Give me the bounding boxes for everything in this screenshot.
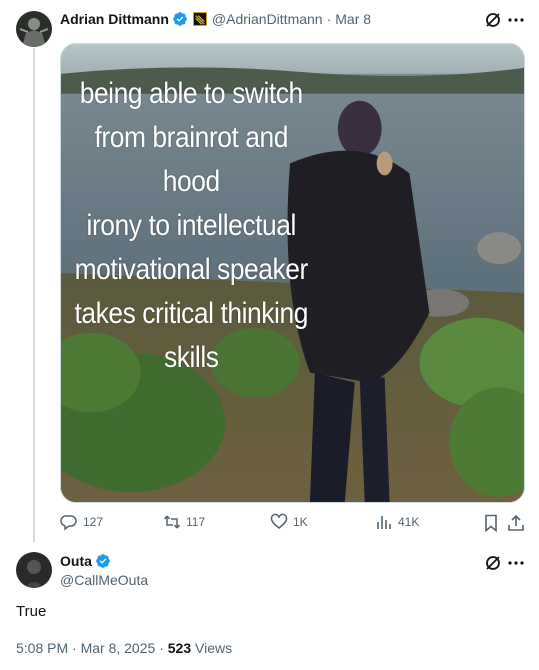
grok-icon[interactable] (483, 10, 503, 30)
like-icon (270, 513, 288, 529)
reply-icon (60, 515, 77, 531)
avatar-image (16, 552, 52, 588)
reply-count: 127 (83, 515, 104, 529)
verified-badge-icon[interactable] (172, 11, 188, 27)
caption-line: skills (163, 341, 219, 374)
caption-line: from brainrot and hood (94, 121, 289, 198)
author-avatar[interactable] (16, 11, 52, 47)
reply-view-count: 523 (167, 640, 192, 656)
views-label: Views (195, 640, 233, 656)
caption-line: motivational speaker (74, 253, 309, 286)
reply-handle-row: @CallMeOuta (60, 572, 148, 588)
reply-author-handle[interactable]: @CallMeOuta (60, 572, 148, 588)
repost-action[interactable]: 117 (163, 513, 205, 531)
views-icon (377, 516, 391, 529)
repost-count: 117 (186, 515, 206, 529)
avatar-image (16, 11, 52, 47)
reply-header: Outa (60, 553, 111, 569)
repost-icon (163, 515, 181, 529)
like-count: 1K (293, 515, 308, 529)
like-action[interactable]: 1K (270, 513, 308, 531)
media-caption: being able to switch from brainrot and h… (61, 72, 309, 380)
affiliate-badge-icon[interactable] (192, 12, 207, 26)
separator-dot: · (326, 11, 332, 27)
separator-dot: · (159, 640, 164, 656)
caption-line: being able to switch (79, 77, 304, 110)
reply-body-text: True (16, 603, 47, 620)
reply-meta: 5:08 PM · Mar 8, 2025 · 523 Views (16, 640, 232, 656)
view-count: 41K (398, 515, 420, 529)
tweet-header: Adrian Dittmann @AdrianDittmann · Mar 8 (60, 11, 371, 27)
share-icon[interactable] (506, 513, 526, 533)
views-action[interactable]: 41K (375, 513, 419, 531)
caption-line: irony to intellectual (86, 209, 297, 242)
more-icon[interactable] (506, 553, 526, 573)
reply-author-name[interactable]: Outa (60, 553, 92, 569)
thread-line (33, 48, 35, 542)
bookmark-icon[interactable] (481, 513, 501, 533)
tweet-media-image[interactable]: being able to switch from brainrot and h… (60, 43, 525, 503)
caption-line: takes critical thinking (74, 297, 309, 330)
reply-action[interactable]: 127 (60, 513, 103, 531)
author-handle[interactable]: @AdrianDittmann (212, 11, 323, 27)
more-icon[interactable] (506, 10, 526, 30)
reply-author-avatar[interactable] (16, 552, 52, 588)
tweet-date[interactable]: Mar 8 (335, 11, 371, 27)
grok-icon[interactable] (483, 553, 503, 573)
author-name[interactable]: Adrian Dittmann (60, 11, 169, 27)
reply-timestamp[interactable]: 5:08 PM · Mar 8, 2025 (16, 640, 155, 656)
verified-badge-icon[interactable] (95, 553, 111, 569)
